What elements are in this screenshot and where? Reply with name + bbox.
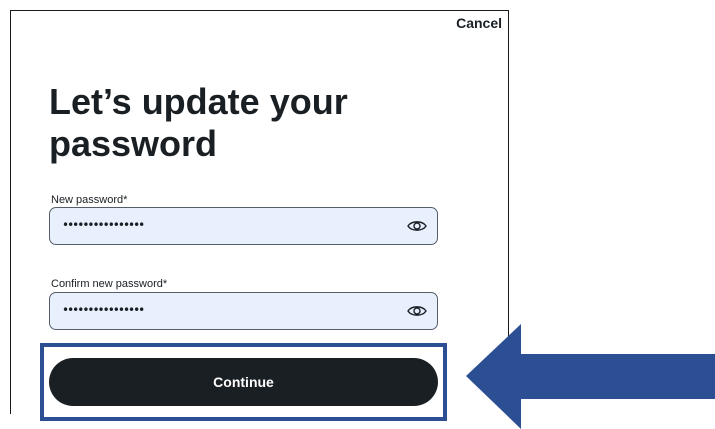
cancel-button[interactable]: Cancel [456, 15, 502, 31]
eye-icon[interactable] [407, 303, 427, 319]
new-password-value: •••••••••••••••• [62, 218, 145, 232]
highlight-box [40, 343, 447, 421]
confirm-password-value: •••••••••••••••• [62, 303, 145, 317]
new-password-label: New password* [51, 194, 128, 206]
new-password-field[interactable]: •••••••••••••••• [49, 207, 438, 245]
page-title: Let’s update your password [49, 81, 348, 164]
confirm-password-field[interactable]: •••••••••••••••• [49, 292, 438, 330]
eye-icon[interactable] [407, 218, 427, 234]
left-arrow-icon [466, 324, 715, 429]
confirm-password-label: Confirm new password* [51, 278, 168, 290]
